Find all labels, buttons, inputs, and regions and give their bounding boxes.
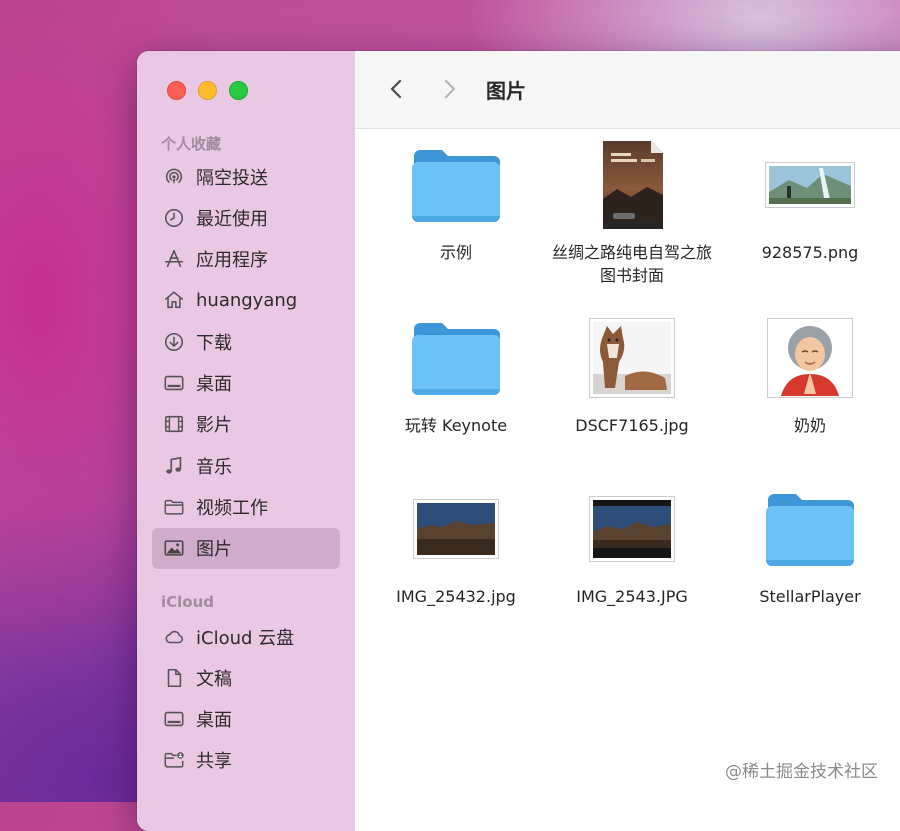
minimize-button[interactable] [198,81,217,100]
sidebar-item-label: huangyang [196,289,298,311]
film-icon [162,412,186,436]
sidebar-item-label: 共享 [196,751,232,773]
sidebar-item-icloud-document[interactable]: 文稿 [152,657,340,698]
file-image[interactable]: 丝绸之路纯电自驾之旅 图书封面 [552,135,712,287]
window-controls [167,81,248,100]
image-thumbnail [572,479,692,579]
file-name: IMG_25432.jpg [396,587,516,606]
sidebar-item-label: 最近使用 [196,208,268,230]
shared-folder-icon [162,748,186,772]
file-grid: 示例 丝绸之路纯电自驾之旅 图书封面 928575.png 玩转 Keynote DSC… [355,129,900,831]
sidebar-item-icloud-shared-folder[interactable]: 共享 [152,740,340,781]
file-image[interactable]: 奶奶 [730,308,890,437]
file-name: StellarPlayer [759,587,861,606]
image-thumbnail [750,308,870,408]
applications-icon [162,247,186,271]
desktop-icon [162,707,186,731]
sidebar-item-label: 应用程序 [196,250,268,272]
folder-title: 图片 [486,79,526,103]
image-thumbnail [572,135,692,235]
airdrop-icon [162,165,186,189]
file-name: DSCF7165.jpg [575,416,689,435]
desktop-icon [162,371,186,395]
image-thumbnail [396,479,516,579]
sidebar-item-icloud-cloud[interactable]: iCloud 云盘 [152,616,340,657]
finder-window: 个人收藏 隔空投送 最近使用 应用程序 huangyang 下载 桌面 影片 音乐 视频工作 图片 i… [137,51,900,831]
home-icon [162,288,186,312]
file-name: 奶奶 [793,416,826,435]
sidebar-item-applications[interactable]: 应用程序 [152,239,340,280]
sidebar-item-label: 桌面 [196,710,232,732]
file-folder[interactable]: StellarPlayer [730,479,890,608]
sidebar-item-label: 隔空投送 [196,167,268,189]
sidebar-item-label: 桌面 [196,374,232,395]
zoom-button[interactable] [229,81,248,100]
folder-icon [396,135,516,235]
download-icon [162,330,186,354]
pictures-icon [162,536,186,560]
sidebar-item-folder[interactable]: 视频工作 [152,486,340,527]
sidebar-item-label: iCloud 云盘 [196,627,295,649]
sidebar-item-label: 下载 [196,332,232,354]
folder-icon [396,308,516,408]
sidebar-item-label: 音乐 [196,456,232,478]
sidebar-item-icloud-desktop[interactable]: 桌面 [152,699,340,740]
file-folder[interactable]: 玩转 Keynote [376,308,536,437]
sidebar-item-label: 文稿 [196,668,232,690]
image-thumbnail [572,308,692,408]
chevron-right-icon [444,79,456,99]
music-icon [162,454,186,478]
file-image[interactable]: IMG_25432.jpg [376,479,536,608]
sidebar-item-label: 视频工作 [196,497,268,519]
icloud-section-title: iCloud [161,593,215,611]
document-icon [162,666,186,690]
chevron-left-icon [390,79,402,99]
sidebar-item-pictures[interactable]: 图片 [152,527,340,569]
file-name: 928575.png [761,243,859,262]
file-image[interactable]: IMG_2543.JPG [552,479,712,608]
file-name: 丝绸之路纯电自驾之旅 图书封面 [552,243,713,285]
watermark: @稀土掘金技术社区 [725,762,878,782]
cloud-icon [162,625,186,649]
sidebar-item-film[interactable]: 影片 [152,404,340,445]
close-button[interactable] [167,81,186,100]
image-thumbnail [750,135,870,235]
sidebar: 个人收藏 隔空投送 最近使用 应用程序 huangyang 下载 桌面 影片 音乐 视频工作 图片 i… [137,51,356,831]
favorites-section-title: 个人收藏 [161,135,222,153]
file-image[interactable]: 928575.png [730,135,890,264]
sidebar-item-airdrop[interactable]: 隔空投送 [152,156,340,197]
sidebar-item-desktop[interactable]: 桌面 [152,363,340,404]
sidebar-item-home[interactable]: huangyang [152,280,340,321]
file-name: IMG_2543.JPG [576,587,688,606]
sidebar-item-download[interactable]: 下载 [152,321,340,362]
file-folder[interactable]: 示例 [376,135,536,264]
toolbar: 图片 [355,51,900,129]
back-button[interactable] [383,75,411,103]
clock-icon [162,206,186,230]
file-name: 示例 [439,243,472,262]
folder-icon [750,479,870,579]
sidebar-item-label: 图片 [196,539,232,561]
file-image[interactable]: DSCF7165.jpg [552,308,712,437]
sidebar-item-label: 影片 [196,415,232,437]
folder-icon [162,495,186,519]
sidebar-item-music[interactable]: 音乐 [152,445,340,486]
sidebar-item-clock[interactable]: 最近使用 [152,197,340,238]
forward-button[interactable] [435,75,463,103]
file-name: 玩转 Keynote [404,416,508,435]
